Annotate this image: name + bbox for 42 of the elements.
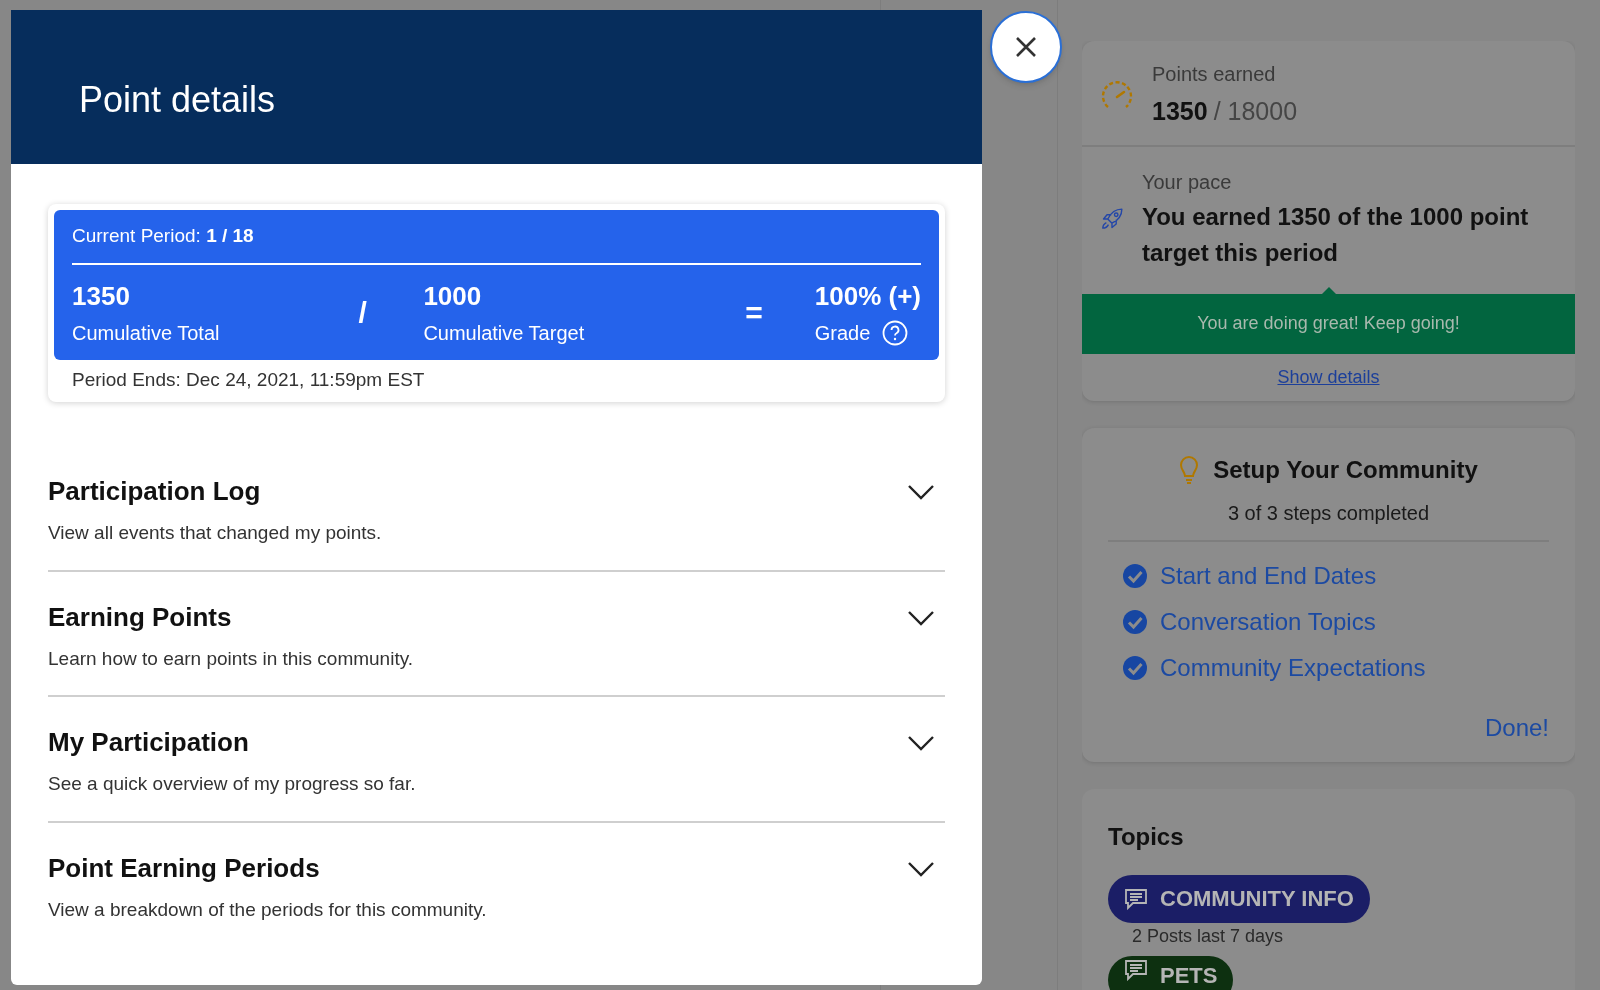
stat-value: 100% (+)	[814, 279, 921, 313]
period-end-text: Period Ends: Dec 24, 2021, 11:59pm EST	[71, 367, 426, 392]
card-title: Setup Your Community	[1213, 454, 1478, 485]
chat-icon	[1124, 958, 1148, 981]
lightbulb-icon	[1179, 455, 1200, 484]
modal-title: Point details	[79, 78, 276, 122]
pace-text: You earned 1350 of the 1000 point target this period	[1141, 201, 1530, 268]
stat-value: 1350	[72, 279, 131, 313]
stat-label: Points earned	[1152, 62, 1277, 87]
section-title: Point Earning Periods	[48, 851, 321, 885]
stat-label: Your pace	[1141, 169, 1233, 195]
section-description: View a breakdown of the periods for this community.	[48, 897, 487, 922]
section-title: Participation Log	[48, 475, 262, 508]
topic-tag[interactable]: COMMUNITY INFO	[1108, 874, 1370, 923]
section-title: Earning Points	[48, 600, 233, 634]
close-icon	[1014, 35, 1038, 59]
stat-label: Cumulative Target	[423, 320, 585, 346]
accordion-section[interactable]: Point Earning Periods View a breakdown of the periods for this community.	[48, 822, 945, 924]
card-title: Topics	[1108, 821, 1185, 852]
help-icon[interactable]	[882, 319, 909, 346]
section-description: Learn how to earn points in this community.	[48, 646, 414, 671]
section-description: See a quick overview of my progress so far.	[48, 772, 416, 796]
section-title: My Participation	[48, 726, 250, 759]
progress-text: 3 of 3 steps completed	[1108, 487, 1549, 542]
topic-tag[interactable]: PETS	[1108, 955, 1234, 990]
status-banner: You are doing great! Keep going!	[1082, 293, 1575, 354]
accordion-section[interactable]: Earning Points Learn how to earn points in this community.	[48, 571, 945, 697]
accordion-section[interactable]: My Participation See a quick overview of my progress so far.	[48, 697, 945, 823]
operator-symbol: /	[357, 294, 368, 331]
accordion-section[interactable]: Participation Log View all events that changed my points.	[48, 472, 945, 572]
speedometer-icon	[1100, 78, 1134, 111]
chat-icon	[1124, 887, 1148, 910]
posts-count-text: 2 Posts last 7 days	[1131, 924, 1285, 948]
close-button[interactable]	[990, 11, 1062, 83]
points-total-value: / 18000	[1213, 96, 1298, 127]
current-period-text: Current Period: 1 / 18	[72, 222, 921, 265]
section-description: View all events that changed my points.	[48, 521, 382, 545]
operator-symbol: =	[744, 294, 764, 331]
stat-label: Cumulative Total	[72, 320, 220, 346]
stat-value: 1000	[423, 279, 483, 313]
stat-label: Grade	[814, 320, 871, 346]
points-earned-value: 1350	[1152, 96, 1208, 127]
